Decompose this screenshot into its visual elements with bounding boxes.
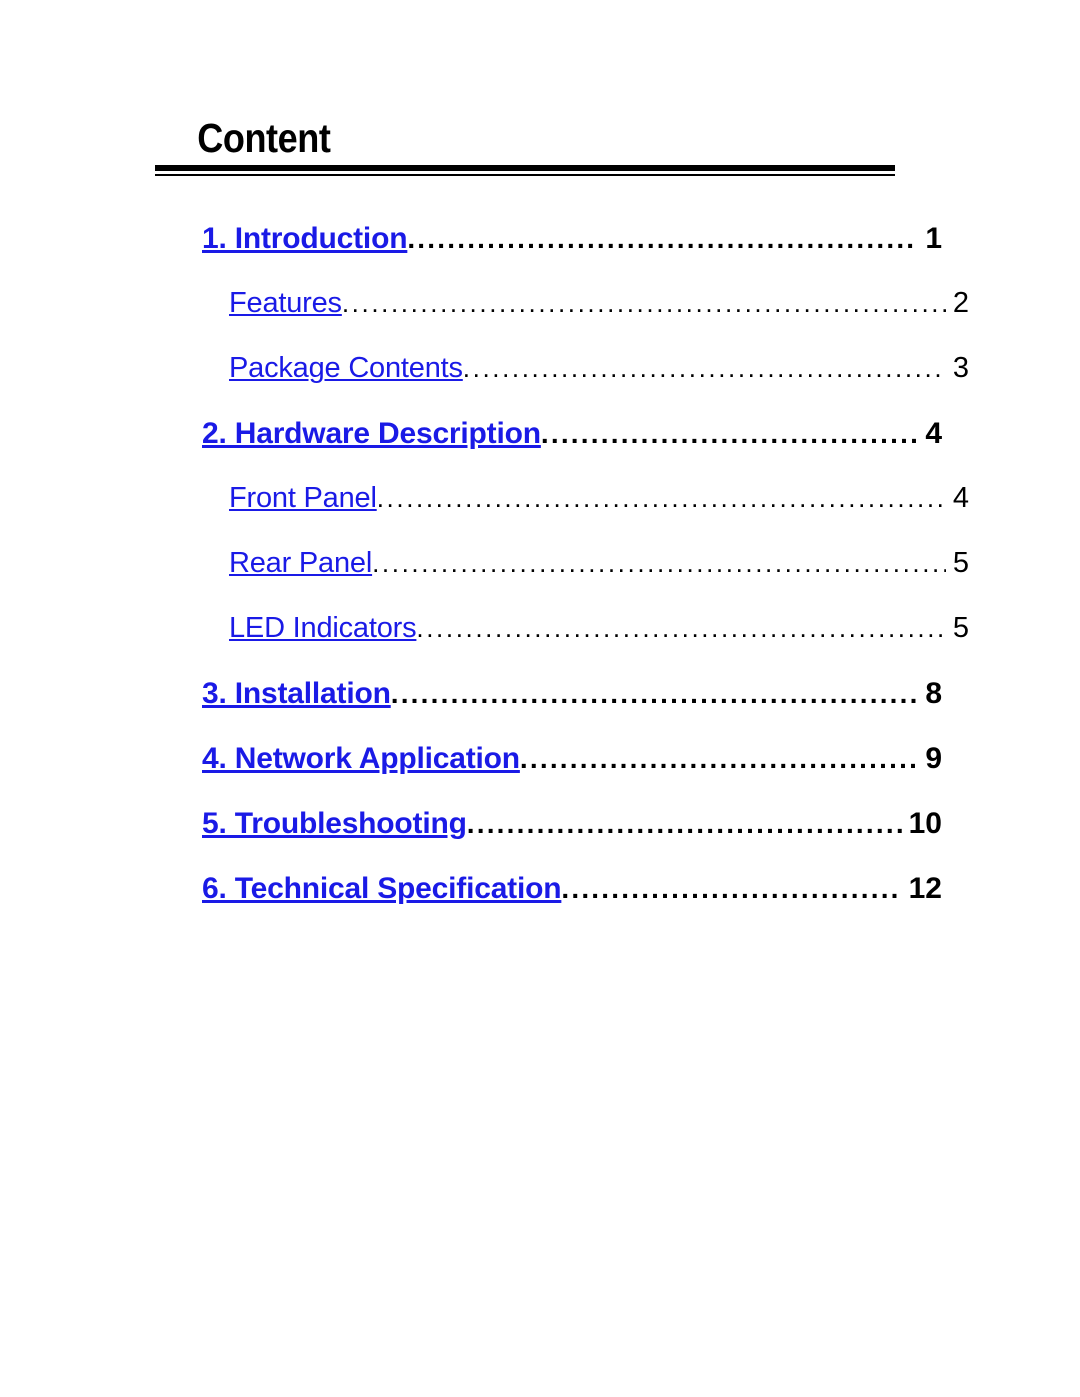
toc-dot-leader xyxy=(372,548,946,579)
toc-entry-label[interactable]: 2. Hardware Description xyxy=(202,417,541,451)
toc-entry[interactable]: 3. Installation 8 xyxy=(155,677,942,742)
toc-entry-label[interactable]: Front Panel xyxy=(229,482,377,515)
toc-entry-label[interactable]: Features xyxy=(229,287,342,320)
toc-entry-page-number: 5 xyxy=(952,612,969,644)
toc-entry-page-number: 12 xyxy=(908,872,942,905)
toc-entry[interactable]: Package Contents 3 xyxy=(155,352,969,417)
toc-entry-page-number: 4 xyxy=(952,482,969,514)
toc-entry-label[interactable]: 5. Troubleshooting xyxy=(202,807,467,841)
toc-entry-page-number: 3 xyxy=(952,352,969,384)
toc-entry[interactable]: Features 2 xyxy=(155,287,969,352)
page-title: Content xyxy=(197,115,331,161)
toc-entry-page-number: 2 xyxy=(952,287,969,319)
title-block: Content xyxy=(155,118,895,176)
toc-entry-label[interactable]: 4. Network Application xyxy=(202,742,520,776)
toc-entry-page-number: 1 xyxy=(925,222,942,255)
toc-dot-leader xyxy=(561,873,901,905)
toc-dot-leader xyxy=(463,353,946,384)
toc-entry-label[interactable]: Package Contents xyxy=(229,352,463,385)
toc-entry-page-number: 9 xyxy=(925,742,942,775)
toc-dot-leader xyxy=(416,613,945,644)
toc-entry[interactable]: LED Indicators 5 xyxy=(155,612,969,677)
toc-entry-label[interactable]: 6. Technical Specification xyxy=(202,872,562,906)
toc-dot-leader xyxy=(342,288,946,319)
toc-entry-page-number: 5 xyxy=(952,547,969,579)
toc-dot-leader xyxy=(391,678,919,710)
toc-dot-leader xyxy=(520,743,918,775)
toc-entry-page-number: 10 xyxy=(908,807,942,840)
toc-entry[interactable]: 6. Technical Specification 12 xyxy=(155,872,942,937)
title-rule-thin xyxy=(155,174,895,176)
toc-dot-leader xyxy=(377,483,946,514)
toc-entry[interactable]: Front Panel 4 xyxy=(155,482,969,547)
toc-entry-page-number: 4 xyxy=(925,417,942,450)
toc-entry[interactable]: Rear Panel 5 xyxy=(155,547,969,612)
toc-dot-leader xyxy=(467,808,902,840)
toc-entry[interactable]: 4. Network Application 9 xyxy=(155,742,942,807)
toc-entry-label[interactable]: 3. Installation xyxy=(202,677,391,711)
toc-entry-label[interactable]: LED Indicators xyxy=(229,612,417,645)
toc-entry[interactable]: 5. Troubleshooting 10 xyxy=(155,807,942,872)
toc-entry-label[interactable]: 1. Introduction xyxy=(202,222,408,256)
toc-entry-label[interactable]: Rear Panel xyxy=(229,547,372,580)
table-of-contents: 1. Introduction 1 Features 2 Package Content… xyxy=(155,222,969,937)
document-page: Content 1. Introduction 1 Features 2 Package… xyxy=(0,0,1080,1397)
toc-dot-leader xyxy=(541,418,918,450)
toc-dot-leader xyxy=(407,223,918,255)
toc-entry[interactable]: 1. Introduction 1 xyxy=(155,222,942,287)
toc-entry[interactable]: 2. Hardware Description 4 xyxy=(155,417,942,482)
toc-entry-page-number: 8 xyxy=(925,677,942,710)
